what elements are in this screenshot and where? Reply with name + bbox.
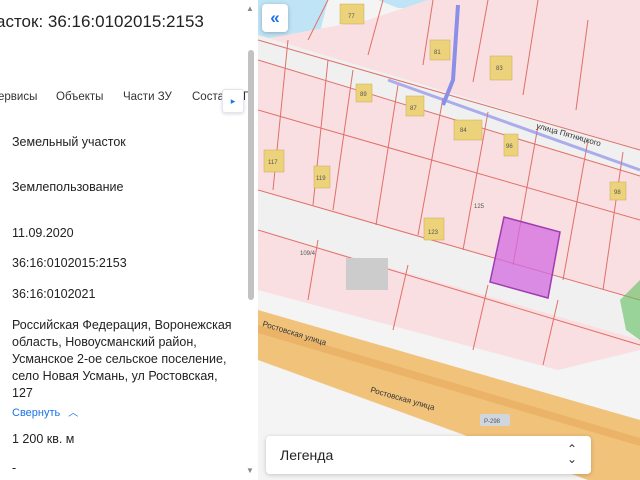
house-number: 117	[268, 160, 278, 166]
scrollbar-thumb[interactable]	[248, 50, 254, 300]
house-number: 98	[614, 190, 621, 196]
house-number: 109/4	[300, 251, 316, 257]
house-number: 119	[316, 176, 326, 182]
house-number: 87	[410, 106, 417, 112]
scroll-up-icon[interactable]: ▲	[246, 4, 254, 13]
object-type: Земельный участок	[12, 135, 126, 149]
collapse-panel-button[interactable]: «	[262, 4, 288, 32]
tab-services[interactable]: ервисы	[0, 91, 37, 103]
page-title: асток: 36:16:0102015:2153	[0, 12, 204, 31]
cadastral-number: 36:16:0102015:2153	[12, 256, 127, 270]
address: Российская Федерация, Воронежская област…	[12, 318, 232, 400]
house-number: 123	[428, 230, 439, 236]
house-number: 84	[460, 128, 467, 134]
chevron-updown-icon: ⌃ ⌄	[566, 442, 577, 466]
map-view[interactable]: 77 81 83 89 87 84 96 117 119 125 123 98 …	[258, 0, 640, 480]
house-number: 89	[360, 92, 367, 98]
empty-value: -	[12, 461, 17, 475]
house-number: 77	[348, 14, 355, 20]
chevron-up-icon: ︿	[68, 408, 79, 419]
area-value: 1 200 кв. м	[12, 432, 75, 446]
registration-date: 11.09.2020	[12, 226, 74, 240]
map-canvas: 77 81 83 89 87 84 96 117 119 125 123 98 …	[258, 0, 640, 480]
object-subtype: Землепользование	[12, 180, 124, 194]
cadastral-quarter: 36:16:0102021	[12, 287, 96, 301]
tab-composition[interactable]: Соста	[192, 91, 224, 103]
house-number: 96	[506, 144, 513, 150]
tab-objects[interactable]: Объекты	[56, 91, 103, 103]
legend-label: Легенда	[280, 447, 334, 463]
tabs-scroll-right-icon[interactable]: ▸	[222, 89, 244, 113]
tab-bar: ервисы Объекты Части ЗУ Соста Г	[0, 91, 258, 109]
info-panel: асток: 36:16:0102015:2153 ервисы Объекты…	[0, 0, 259, 480]
tab-parts[interactable]: Части ЗУ	[123, 91, 172, 103]
road-badge-label: Р-298	[484, 419, 501, 425]
house-number: 81	[434, 50, 441, 56]
legend-dropdown[interactable]: Легенда ⌃ ⌄	[266, 436, 591, 474]
collapse-link[interactable]: Свернуть ︿	[12, 404, 78, 419]
house-number: 83	[496, 66, 503, 72]
collapse-label: Свернуть	[12, 407, 61, 419]
gray-lot	[346, 258, 388, 290]
scroll-down-icon[interactable]: ▼	[246, 466, 254, 475]
house-number: 125	[474, 204, 485, 210]
